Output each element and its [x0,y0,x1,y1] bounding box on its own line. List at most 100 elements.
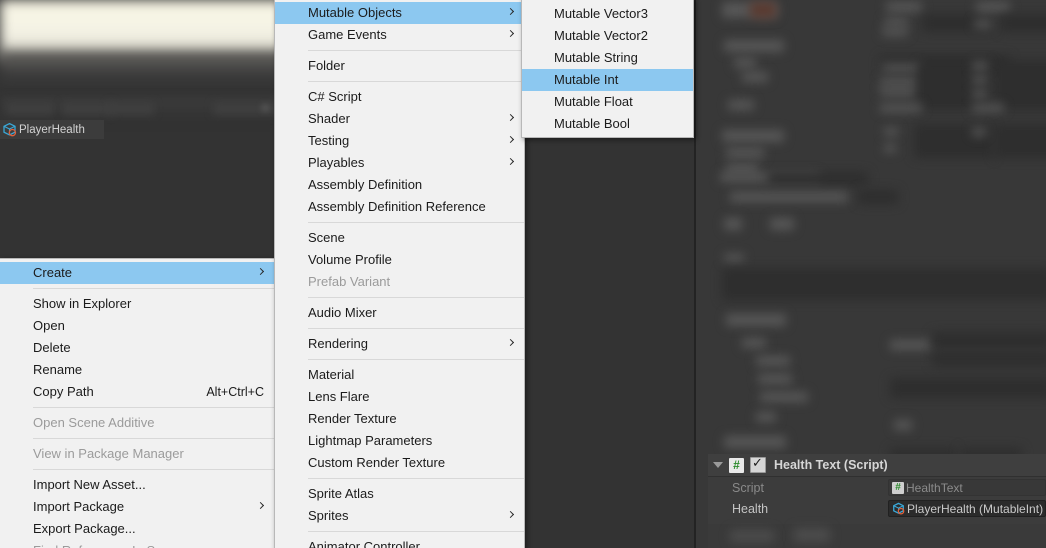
unity-editor-screenshot: o PlayerHealth # ✓ Health Text (Script) … [0,0,1046,548]
menu-item-label: Mutable Objects [308,5,402,20]
menu-item-game-events[interactable]: Game Events [275,24,524,46]
menu-item-label: Rendering [308,336,368,351]
menu-item-scene[interactable]: Scene [275,227,524,249]
menu-item-export-package[interactable]: Export Package... [0,518,274,540]
menu-item-label: Sprites [308,508,349,523]
menu-item-label: Lens Flare [308,389,370,404]
menu-item-import-new-asset[interactable]: Import New Asset... [0,474,274,496]
menu-item-import-package[interactable]: Import Package [0,496,274,518]
menu-item-audio-mixer[interactable]: Audio Mixer [275,302,524,324]
menu-item-mutable-vector2[interactable]: Mutable Vector2 [522,25,693,47]
menu-item-label: Mutable Vector2 [554,28,648,43]
menu-item-label: Mutable Int [554,72,619,87]
menu-item-prefab-variant: Prefab Variant [275,271,524,293]
menu-item-label: Folder [308,58,345,73]
menu-item-label: Assembly Definition [308,177,423,192]
menu-item-label: Open Scene Additive [33,415,155,430]
menu-item-label: Rename [33,362,83,377]
menu-separator [308,531,524,532]
menu-item-delete[interactable]: Delete [0,337,274,359]
menu-separator [33,407,274,408]
menu-item-lightmap-parameters[interactable]: Lightmap Parameters [275,430,524,452]
menu-item-label: Animator Controller [308,539,420,548]
menu-item-shader[interactable]: Shader [275,108,524,130]
menu-item-open-scene-additive: Open Scene Additive [0,412,274,434]
component-enabled-checkbox[interactable] [750,455,766,473]
menu-separator [308,222,524,223]
menu-item-label: Material [308,367,355,382]
menu-item-volume-profile[interactable]: Volume Profile [275,249,524,271]
menu-item-render-texture[interactable]: Render Texture [275,408,524,430]
toolbar-chip-e [213,102,281,115]
menu-item-mutable-float[interactable]: Mutable Float [522,91,693,113]
menu-item-label: Assembly Definition Reference [308,199,486,214]
menu-item-label: Custom Render Texture [308,455,446,470]
menu-item-open[interactable]: Open [0,315,274,337]
menu-item-copy-path[interactable]: Copy Path Alt+Ctrl+C [0,381,274,403]
menu-separator [308,359,524,360]
menu-item-label: Import Package [33,499,125,514]
mutable-objects-submenu[interactable]: Mutable Vector3 Mutable Vector2 Mutable St… [521,0,694,138]
menu-item-playables[interactable]: Playables [275,152,524,174]
menu-item-animator-controller[interactable]: Animator Controller [275,536,524,548]
inspector-row-script: Script # HealthText [708,477,1046,498]
field-label-health: Health [732,501,769,516]
asset-item-playerhealth[interactable]: PlayerHealth [0,120,104,139]
menu-item-mutable-objects[interactable]: Mutable Objects [275,2,524,24]
menu-item-label: C# Script [308,89,362,104]
inspector-row-health: Health PlayerHealth (MutableInt) [708,498,1046,519]
menu-item-sprite-atlas[interactable]: Sprite Atlas [275,483,524,505]
menu-item-label: Game Events [308,27,387,42]
field-label-script: Script [732,480,764,495]
menu-item-folder[interactable]: Folder [275,55,524,77]
component-header[interactable]: # Health Text (Script) [708,454,1046,477]
menu-item-show-in-explorer[interactable]: Show in Explorer [0,293,274,315]
scriptable-object-icon [2,122,17,137]
menu-item-create[interactable]: Create [0,262,274,284]
menu-item-label: Mutable Bool [554,116,630,131]
menu-item-label: Playables [308,155,365,170]
menu-item-label: Mutable String [554,50,638,65]
menu-item-label: Prefab Variant [308,274,391,289]
menu-item-mutable-string[interactable]: Mutable String [522,47,693,69]
menu-item-testing[interactable]: Testing [275,130,524,152]
menu-separator [33,288,274,289]
menu-item-label: Scene [308,230,345,245]
menu-separator [33,469,274,470]
menu-item-mutable-bool[interactable]: Mutable Bool [522,113,693,135]
menu-item-label: Show in Explorer [33,296,132,311]
foldout-arrow-icon[interactable] [713,462,723,468]
scriptable-object-icon-small [892,502,905,515]
menu-item-view-in-package-manager: View in Package Manager [0,443,274,465]
menu-item-label: Find References In Scene [33,540,264,548]
menu-separator [308,478,524,479]
menu-item-label: Audio Mixer [308,305,377,320]
menu-separator [308,50,524,51]
panel-divider [694,0,696,548]
menu-item-sprites[interactable]: Sprites [275,505,524,527]
menu-separator [308,81,524,82]
menu-item-assembly-definition-reference[interactable]: Assembly Definition Reference [275,196,524,218]
menu-item-label: Lightmap Parameters [308,433,433,448]
menu-item-custom-render-texture[interactable]: Custom Render Texture [275,452,524,474]
menu-item-assembly-definition[interactable]: Assembly Definition [275,174,524,196]
menu-separator [308,328,524,329]
menu-item-label: Volume Profile [308,252,392,267]
menu-item-lens-flare[interactable]: Lens Flare [275,386,524,408]
menu-item-rendering[interactable]: Rendering [275,333,524,355]
field-value-script[interactable]: # HealthText [888,479,1046,496]
create-submenu[interactable]: Mutable Objects Game Events Folder C# Scrip… [274,0,525,548]
toolbar-text-hint: o [262,100,269,114]
menu-item-c-script[interactable]: C# Script [275,86,524,108]
toolbar-chip-b [62,102,114,115]
menu-item-mutable-vector3[interactable]: Mutable Vector3 [522,3,693,25]
menu-item-mutable-int[interactable]: Mutable Int [522,69,693,91]
menu-item-label: Render Texture [308,411,397,426]
menu-item-rename[interactable]: Rename [0,359,274,381]
field-value-health[interactable]: PlayerHealth (MutableInt) [888,500,1046,517]
component-title: Health Text (Script) [774,458,888,472]
project-context-menu[interactable]: Create Show in Explorer Open Delete Rename Co… [0,258,275,548]
menu-item-label: Sprite Atlas [308,486,374,501]
field-value-script-text: HealthText [906,480,963,495]
menu-item-material[interactable]: Material [275,364,524,386]
